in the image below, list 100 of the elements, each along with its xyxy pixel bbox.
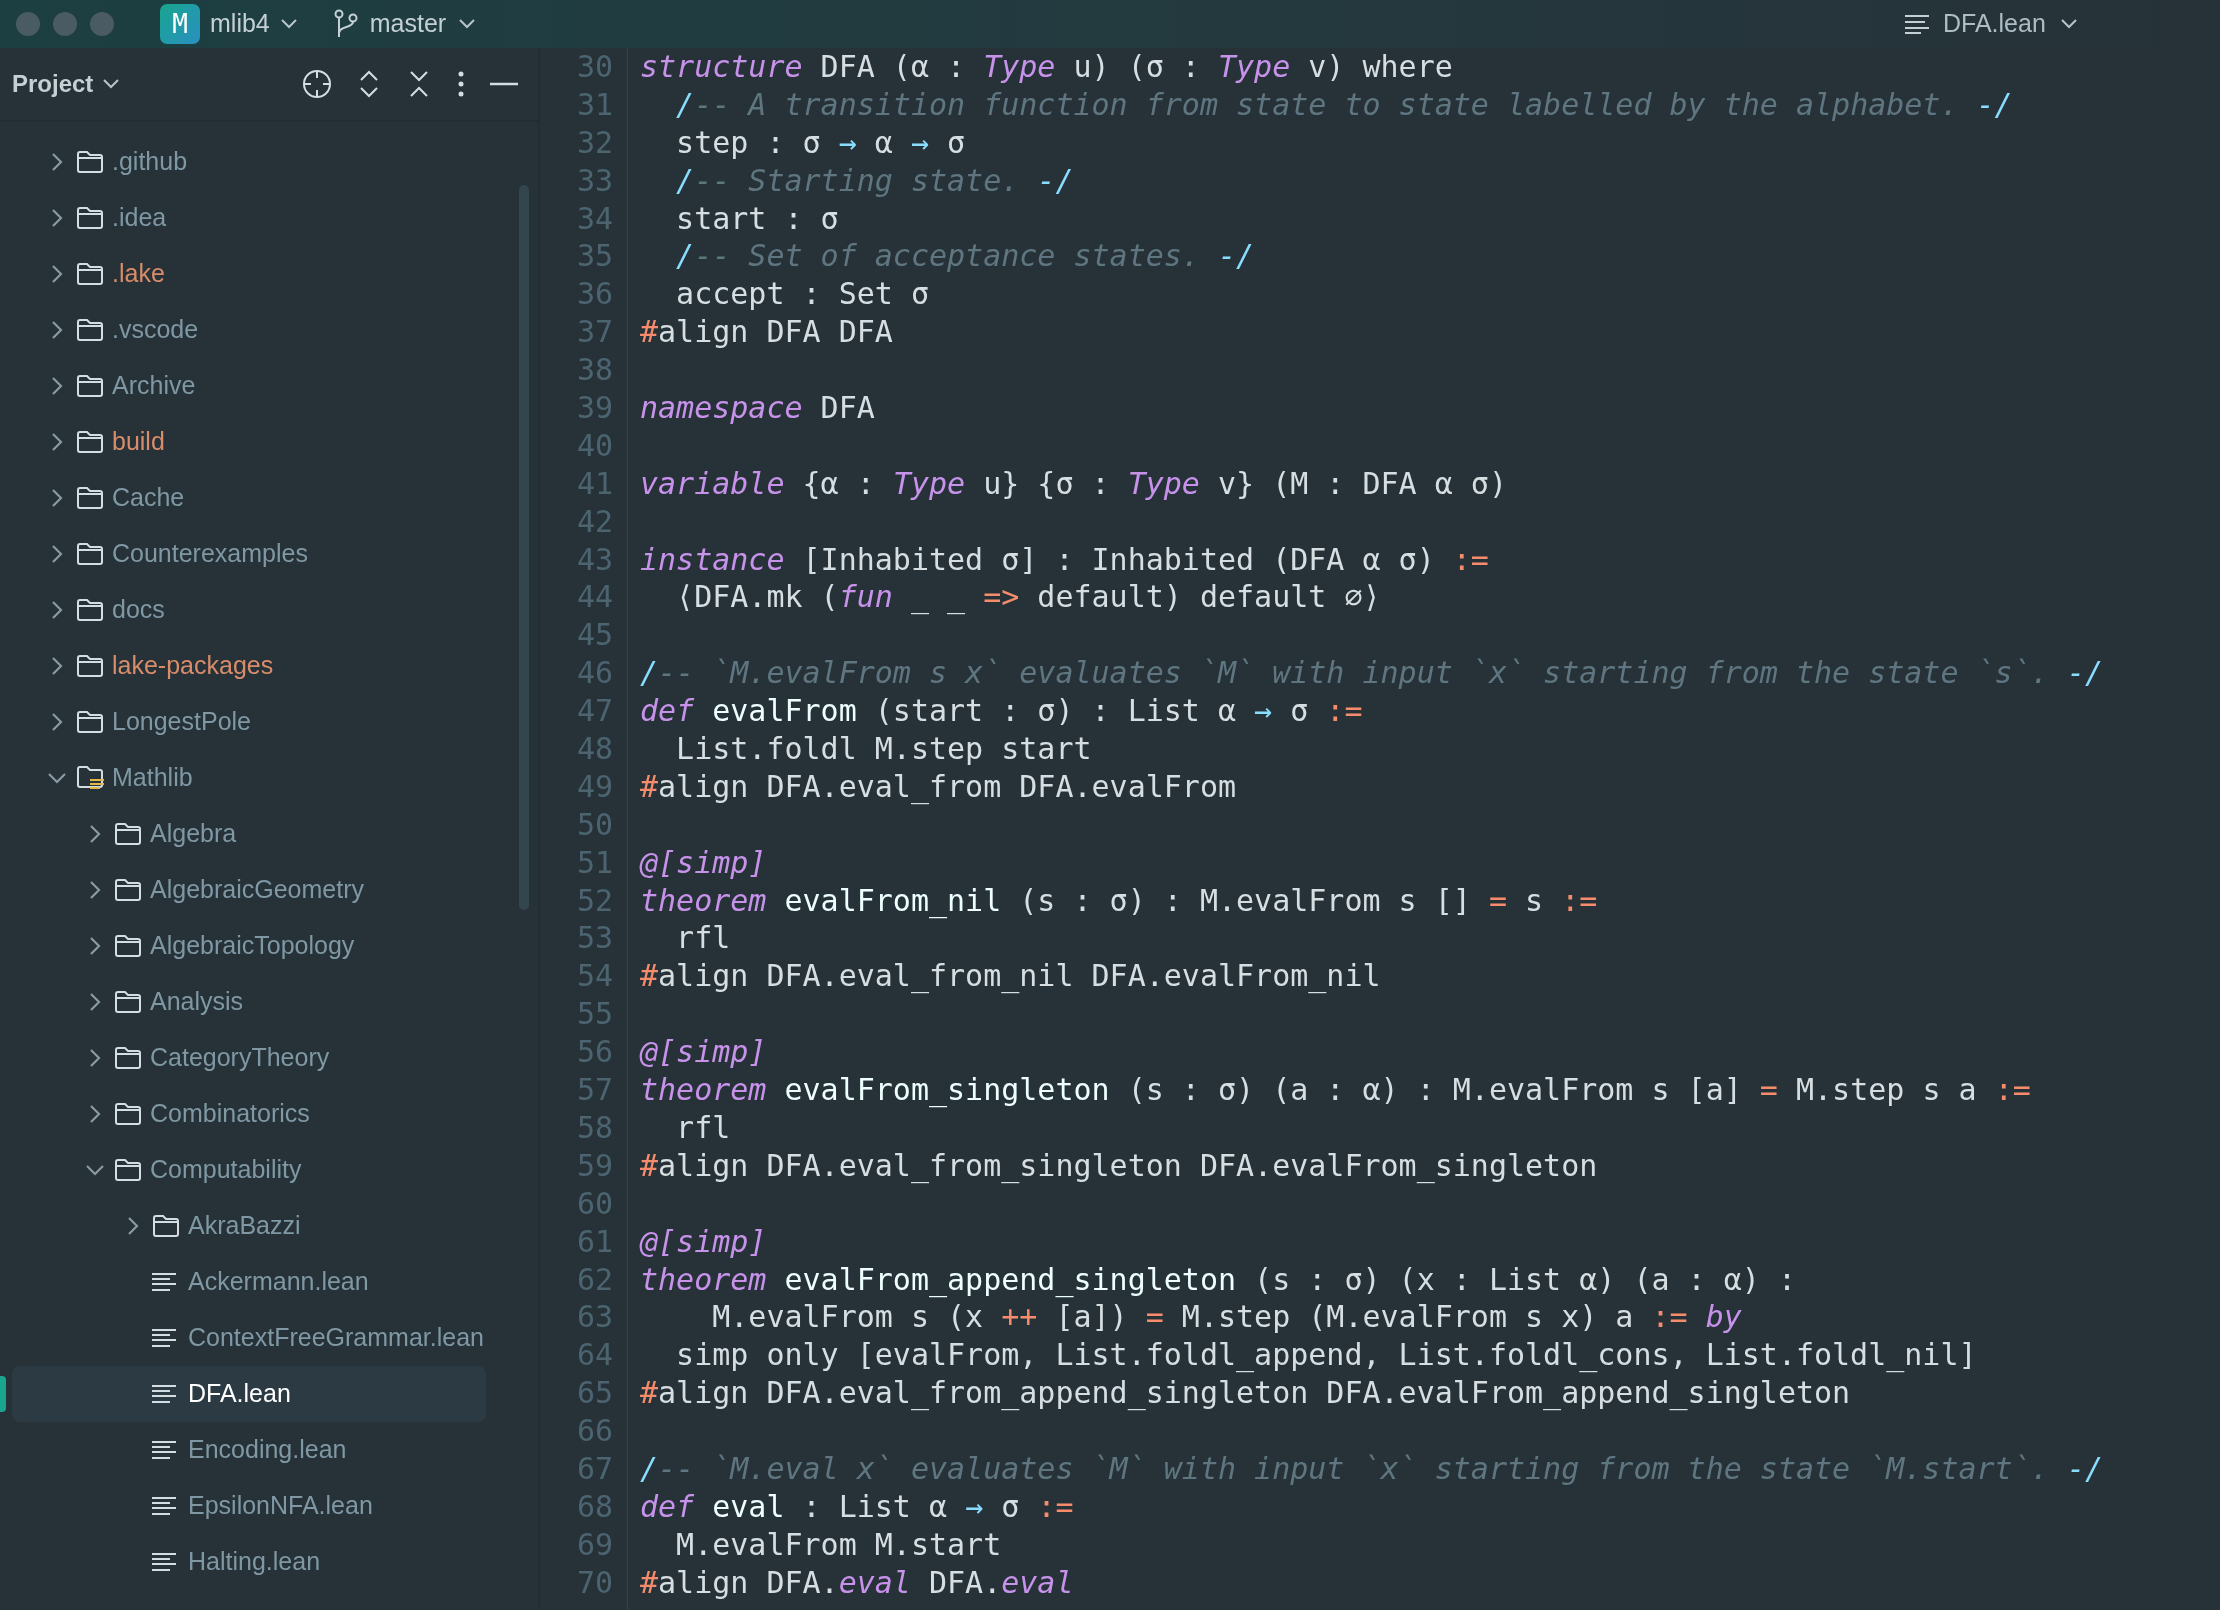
folder-item[interactable]: AlgebraicGeometry <box>0 862 538 918</box>
line-number: 32 <box>576 123 613 162</box>
source-folder-icon <box>76 765 106 791</box>
line-number: 70 <box>576 1563 613 1602</box>
folder-item[interactable]: Counterexamples <box>0 526 538 582</box>
folder-item[interactable]: .github <box>0 134 538 190</box>
folder-item[interactable]: Combinatorics <box>0 1086 538 1142</box>
line-number: 56 <box>576 1033 613 1072</box>
line-number: 62 <box>576 1260 613 1299</box>
line-number: 67 <box>576 1449 613 1488</box>
chevron-right-icon[interactable] <box>127 1216 139 1236</box>
chevron-down-icon[interactable] <box>85 1164 105 1176</box>
code-line: ⟨DFA.mk (fun _ _ => default) default ∅⟩ <box>675 578 1382 617</box>
file-item[interactable]: Encoding.lean <box>0 1422 538 1478</box>
file-lines-icon <box>1905 14 1929 34</box>
line-number: 44 <box>576 578 613 617</box>
chevron-right-icon[interactable] <box>89 824 101 844</box>
file-item[interactable]: Ackermann.lean <box>0 1254 538 1310</box>
chevron-right-icon[interactable] <box>51 488 63 508</box>
folder-item[interactable]: Cache <box>0 470 538 526</box>
chevron-right-icon[interactable] <box>51 376 63 396</box>
line-number: 66 <box>576 1412 613 1450</box>
locate-icon[interactable] <box>302 69 332 99</box>
line-number: 37 <box>576 313 613 352</box>
project-name: mlib4 <box>210 8 270 40</box>
file-lines-icon <box>152 1328 176 1348</box>
line-number: 59 <box>576 1146 613 1185</box>
chevron-right-icon[interactable] <box>89 880 101 900</box>
line-number: 40 <box>576 426 613 465</box>
project-view-selector[interactable]: Project <box>12 66 120 102</box>
chevron-right-icon[interactable] <box>51 544 63 564</box>
selection-marker <box>0 1376 6 1412</box>
line-number: 35 <box>576 237 613 276</box>
folder-item[interactable]: Algebra <box>0 806 538 862</box>
folder-item[interactable]: .idea <box>0 190 538 246</box>
chevron-right-icon[interactable] <box>89 1104 101 1124</box>
code-line: namespace DFA <box>640 389 876 427</box>
chevron-right-icon[interactable] <box>51 208 63 228</box>
line-number: 65 <box>576 1374 613 1413</box>
folder-icon <box>76 206 104 230</box>
code-line: #align DFA.eval DFA.eval <box>640 1563 1075 1602</box>
folder-item[interactable]: LongestPole <box>0 694 538 750</box>
folder-item[interactable]: AlgebraicTopology <box>0 918 538 974</box>
folder-item[interactable]: Mathlib <box>0 750 538 806</box>
line-number: 61 <box>576 1222 613 1261</box>
file-item[interactable]: EpsilonNFA.lean <box>0 1478 538 1534</box>
chevron-right-icon[interactable] <box>51 320 63 340</box>
minimize-icon[interactable] <box>490 82 518 86</box>
chevron-right-icon[interactable] <box>51 152 63 172</box>
code-line: #align DFA.eval_from_singleton DFA.evalFrom_singleton <box>640 1146 1599 1185</box>
chevron-right-icon[interactable] <box>89 992 101 1012</box>
chevron-right-icon[interactable] <box>51 712 63 732</box>
chevron-right-icon[interactable] <box>51 432 63 452</box>
file-lines-icon <box>152 1552 176 1572</box>
repository-switcher[interactable]: M mlib4 <box>160 4 298 44</box>
chevron-right-icon[interactable] <box>89 936 101 956</box>
folder-icon <box>114 878 142 902</box>
folder-item[interactable]: Analysis <box>0 974 538 1030</box>
folder-item[interactable]: docs <box>0 582 538 638</box>
code-line: theorem evalFrom_nil (s : σ) : M.evalFrom s [] = s := <box>640 881 1599 920</box>
folder-item[interactable]: Archive <box>0 358 538 414</box>
folder-icon <box>76 374 104 398</box>
code-line: M.evalFrom M.start <box>675 1525 1003 1564</box>
folder-item[interactable]: CategoryTheory <box>0 1030 538 1086</box>
chevron-right-icon[interactable] <box>51 264 63 284</box>
file-item[interactable]: Halting.lean <box>0 1534 538 1590</box>
line-number: 46 <box>576 654 613 693</box>
chevron-down-icon[interactable] <box>47 772 67 784</box>
more-options-icon[interactable] <box>456 71 466 97</box>
folder-item[interactable]: AkraBazzi <box>0 1198 538 1254</box>
line-number: 50 <box>576 805 613 844</box>
code-line: /-- Set of acceptance states. -/ <box>675 237 1256 276</box>
project-badge: M <box>160 4 200 44</box>
code-line: #align DFA.eval_from DFA.evalFrom <box>640 767 1238 806</box>
folder-item[interactable]: Computability <box>0 1142 538 1198</box>
folder-item[interactable]: build <box>0 414 538 470</box>
chevron-right-icon[interactable] <box>51 656 63 676</box>
folder-item[interactable]: .lake <box>0 246 538 302</box>
folder-icon <box>76 318 104 342</box>
code-line: rfl <box>675 919 732 958</box>
branch-selector[interactable]: master <box>333 5 477 43</box>
code-line: #align DFA DFA <box>640 313 894 352</box>
code-line: @[simp] <box>640 1033 768 1072</box>
code-line: step : σ → α → σ <box>675 123 967 162</box>
code-line: theorem evalFrom_singleton (s : σ) (a : α) : M.evalFrom s [a] = M.step s a := <box>640 1071 2032 1109</box>
folder-item[interactable]: .vscode <box>0 302 538 358</box>
line-number: 54 <box>576 957 613 996</box>
file-item[interactable]: ContextFreeGrammar.lean <box>0 1310 538 1366</box>
code-line: structure DFA (α : Type u) (σ : Type v) where <box>640 48 1454 86</box>
folder-icon <box>152 1214 180 1238</box>
line-number: 64 <box>576 1336 613 1375</box>
branch-name: master <box>369 8 447 40</box>
file-selector[interactable]: DFA.lean <box>1905 0 2078 48</box>
folder-icon <box>76 262 104 286</box>
chevron-right-icon[interactable] <box>89 1048 101 1068</box>
code-line: @[simp] <box>640 843 768 882</box>
folder-icon <box>76 150 104 174</box>
folder-item[interactable]: lake-packages <box>0 638 538 694</box>
chevron-right-icon[interactable] <box>51 600 63 620</box>
code-line: def eval : List α → σ := <box>640 1487 1075 1526</box>
